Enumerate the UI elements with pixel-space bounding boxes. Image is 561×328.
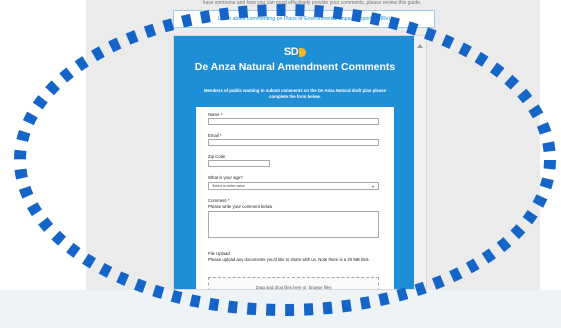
- file-upload-label: File Upload: [208, 251, 230, 256]
- comment-guide-link[interactable]: Learn about commenting on Plans or Envir…: [218, 16, 390, 22]
- intro-text: have someone and how you can most effect…: [202, 0, 422, 6]
- browse-files-link[interactable]: browse files: [309, 285, 332, 290]
- embedded-form-frame: SD De Anza Natural Amendment Comments Me…: [173, 35, 427, 290]
- triangle-up-icon[interactable]: [417, 44, 423, 48]
- comment-label: Comment *: [208, 198, 230, 203]
- sd-logo: SD: [282, 44, 308, 60]
- file-upload-help: Please upload any documents you'd like t…: [208, 257, 370, 262]
- name-label: Name *: [208, 112, 223, 117]
- file-dropzone[interactable]: Drag and drop files here or browse files: [208, 277, 379, 290]
- age-label: What is your age?: [208, 175, 243, 180]
- age-select-placeholder: Select or enter value: [212, 184, 245, 188]
- email-label: Email *: [208, 133, 222, 138]
- comment-help-text: Please write your comment below: [208, 204, 273, 209]
- age-select[interactable]: Select or enter value: [208, 182, 379, 190]
- comment-textarea[interactable]: [208, 211, 379, 238]
- dropzone-text: Drag and drop files here or: [255, 284, 307, 290]
- zip-label: Zip Code: [208, 154, 226, 159]
- comment-guide-link-box[interactable]: Learn about commenting on Plans or Envir…: [173, 10, 435, 28]
- logo-text: SD: [283, 46, 299, 58]
- name-input[interactable]: [208, 118, 379, 125]
- form-description: Members of public wanting to submit comm…: [203, 88, 386, 99]
- form-scrollbar[interactable]: [414, 36, 426, 289]
- email-input[interactable]: [208, 139, 379, 146]
- form-fields-panel: Name * Email * Zip Code What is your age…: [196, 107, 394, 290]
- zip-input[interactable]: [208, 160, 270, 167]
- footer-strip: [0, 290, 561, 328]
- chevron-down-icon: [372, 185, 374, 188]
- form-title: De Anza Natural Amendment Comments: [194, 61, 396, 73]
- sun-icon: [299, 47, 307, 57]
- form-container: SD De Anza Natural Amendment Comments Me…: [174, 36, 416, 290]
